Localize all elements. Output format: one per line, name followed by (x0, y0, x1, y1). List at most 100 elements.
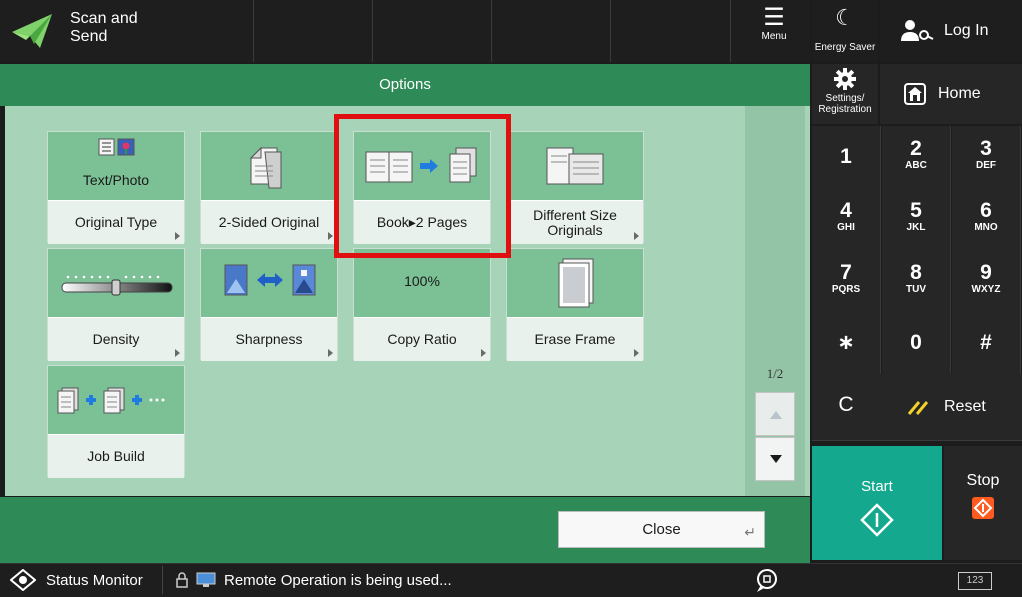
start-label: Start (861, 478, 893, 495)
tile-top (507, 249, 643, 317)
key-letters: PQRS (831, 284, 861, 295)
stop-button[interactable]: Stop (944, 446, 1022, 560)
clear-label: C (838, 393, 854, 416)
tile-top: 100% (354, 249, 490, 317)
different-size-originals-tile[interactable]: Different Size Originals (506, 131, 644, 244)
copy-ratio-tile[interactable]: 100% Copy Ratio (353, 248, 491, 361)
home-label: Home (938, 85, 981, 102)
login-label: Log In (944, 22, 989, 39)
key-digit: 9 (980, 261, 992, 284)
original-type-tile[interactable]: Text/Photo Original Type (47, 131, 185, 244)
key-letters: TUV (906, 284, 926, 295)
sharpness-label: Sharpness (235, 331, 303, 347)
expand-arrow-icon (175, 232, 180, 240)
original-type-label: Original Type (74, 214, 158, 230)
remote-operation-text: Remote Operation is being used... (224, 571, 452, 589)
key-letters: ABC (905, 160, 927, 171)
tab-divider (610, 0, 611, 62)
key-digit: 6 (980, 199, 992, 222)
key-5[interactable]: 5 JKL (882, 188, 951, 255)
key-0[interactable]: 0 (882, 312, 951, 379)
status-divider (162, 566, 163, 594)
login-button[interactable]: Log In (880, 0, 1022, 62)
stop-label: Stop (966, 472, 1000, 489)
key-letters: MNO (974, 222, 998, 233)
key-digit: 1 (840, 145, 852, 168)
density-slider-icon (61, 275, 173, 296)
menu-button[interactable]: ☰ Menu (755, 5, 793, 55)
key-6[interactable]: 6 MNO (952, 188, 1021, 255)
key-letters: JKL (906, 222, 926, 233)
key-digit: 2 (910, 137, 922, 160)
tile-label-area: Copy Ratio (354, 317, 490, 361)
key-7[interactable]: 7 PQRS (812, 250, 881, 317)
tile-top (201, 132, 337, 200)
menu-label: Menu (761, 31, 787, 42)
highlight-box (334, 114, 511, 258)
tile-label-area: Job Build (48, 434, 184, 478)
key-digit: 8 (910, 261, 922, 284)
moon-icon: ☾ (835, 5, 855, 30)
key-3[interactable]: 3 DEF (952, 126, 1021, 193)
key-8[interactable]: 8 TUV (882, 250, 951, 317)
tab-divider (730, 0, 731, 62)
status-monitor-button[interactable]: Status Monitor (10, 568, 143, 592)
options-header: Options (0, 64, 810, 106)
key-9[interactable]: 9 WXYZ (952, 250, 1021, 317)
tile-top (48, 249, 184, 317)
lock-icon (176, 572, 188, 588)
key-4[interactable]: 4 GHI (812, 188, 881, 255)
tile-label-area: Original Type (48, 200, 184, 244)
job-build-tile[interactable]: Job Build (47, 365, 185, 478)
energy-saver-button[interactable]: ☾ Energy Saver (812, 0, 878, 62)
sharpness-tile[interactable]: Sharpness (200, 248, 338, 361)
status-monitor-label: Status Monitor (46, 571, 143, 589)
key-digit: # (980, 331, 992, 354)
job-build-icon (57, 387, 165, 414)
expand-arrow-icon (328, 349, 333, 357)
clear-button[interactable]: C (812, 374, 881, 441)
expand-arrow-icon (175, 349, 180, 357)
keyboard-123-icon[interactable]: 123 (958, 572, 992, 590)
different-size-originals-label: Different Size Originals (533, 206, 617, 238)
key-2[interactable]: 2 ABC (882, 126, 951, 193)
scroll-down-button[interactable] (755, 437, 795, 481)
expand-arrow-icon (634, 349, 639, 357)
tile-label-area: 2-Sided Original (201, 200, 337, 244)
sharpness-icon (224, 264, 316, 296)
settings-registration-button[interactable]: Settings/ Registration (812, 64, 878, 124)
erase-frame-label: Erase Frame (534, 331, 616, 347)
key-digit: 4 (840, 199, 852, 222)
home-button[interactable]: Home (880, 64, 1022, 124)
density-label: Density (92, 331, 140, 347)
tile-top (201, 249, 337, 317)
erase-frame-tile[interactable]: Erase Frame (506, 248, 644, 361)
text-photo-icon (98, 138, 135, 156)
key-1[interactable]: 1 (812, 126, 881, 193)
key-digit: 7 (840, 261, 852, 284)
remote-operation-icon[interactable] (752, 566, 782, 594)
expand-arrow-icon (634, 232, 639, 240)
scroll-up-button[interactable] (755, 392, 795, 436)
energy-saver-label: Energy Saver (814, 42, 876, 53)
app-title[interactable]: Scan and Send (70, 10, 190, 46)
erase-frame-icon (558, 258, 594, 308)
density-tile[interactable]: Density (47, 248, 185, 361)
key-asterisk[interactable]: ∗ (812, 312, 881, 379)
page-indicator: 1/2 (766, 366, 784, 381)
reset-button[interactable]: Reset (880, 374, 1022, 441)
two-sided-original-tile[interactable]: 2-Sided Original (200, 131, 338, 244)
gear-icon (834, 68, 856, 90)
tile-top (507, 132, 643, 200)
key-digit: 3 (980, 137, 992, 160)
key-hash[interactable]: # (952, 312, 1021, 379)
tab-divider (372, 0, 373, 62)
different-size-originals-icon (546, 147, 604, 185)
monitor-icon (196, 572, 216, 587)
key-digit: 0 (910, 331, 922, 354)
tile-label-area: Different Size Originals (507, 200, 643, 244)
tile-top: Text/Photo (48, 132, 184, 200)
close-button[interactable]: Close ↵ (558, 511, 765, 548)
close-label: Close (642, 521, 681, 538)
start-button[interactable]: Start (812, 446, 942, 560)
